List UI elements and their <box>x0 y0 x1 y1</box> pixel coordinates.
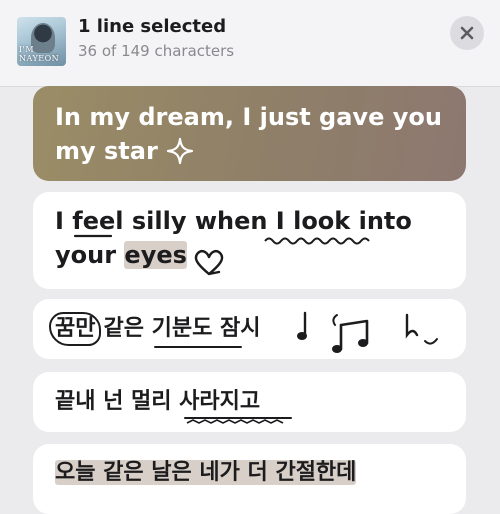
album-artwork: I'M NAYEON <box>17 17 66 66</box>
lyric-line-5-text: 오늘 같은 날은 네가 더 간절한데 <box>55 460 357 485</box>
lyric-line-3-boxed: 꿈만 <box>49 312 102 346</box>
selection-title: 1 line selected <box>78 16 227 37</box>
sparkle-icon <box>166 137 193 165</box>
lyric-line-3-text: 같은 기분도 잠시 <box>103 316 261 341</box>
underline-doodle <box>154 346 242 348</box>
underline-doodle <box>73 234 113 238</box>
lyric-line-1-text-a: In my dream, I just gave you <box>55 103 442 131</box>
close-button[interactable] <box>450 16 484 50</box>
character-count: 36 of 149 characters <box>78 42 235 60</box>
lyric-line-2[interactable]: I feel silly when I look into your eyes <box>33 192 466 289</box>
lyric-line-2-highlight: eyes <box>124 241 187 269</box>
lyric-line-5-row: 오늘 같은 날은 네가 더 간절한데 <box>55 444 444 488</box>
lyric-line-2-text-a: I feel silly when I look into <box>55 207 412 235</box>
music-notes-doodle <box>297 311 438 353</box>
lyric-line-4[interactable]: 끝내 넌 멀리 사라지고 <box>33 372 466 432</box>
lyric-line-1-text-b: my star <box>55 137 158 165</box>
wavy-underline-doodle <box>264 237 370 245</box>
lyric-line-5[interactable]: 오늘 같은 날은 네가 더 간절한데 <box>33 444 466 514</box>
lyric-line-3[interactable]: 꿈만 같은 기분도 잠시 <box>33 299 466 359</box>
artwork-text: I'M NAYEON <box>19 45 60 63</box>
lyric-line-2-text-b-row: your eyes <box>55 238 444 272</box>
lyric-line-1[interactable]: In my dream, I just gave you my star <box>33 86 466 181</box>
lyric-line-2-text-b: your <box>55 241 117 269</box>
heart-doodle <box>194 249 224 276</box>
close-icon <box>460 26 474 40</box>
share-header: I'M NAYEON 1 line selected 36 of 149 cha… <box>0 0 500 87</box>
scribble-underline-doodle <box>184 417 292 424</box>
lyric-line-1-text-b-row: my star <box>55 134 444 168</box>
